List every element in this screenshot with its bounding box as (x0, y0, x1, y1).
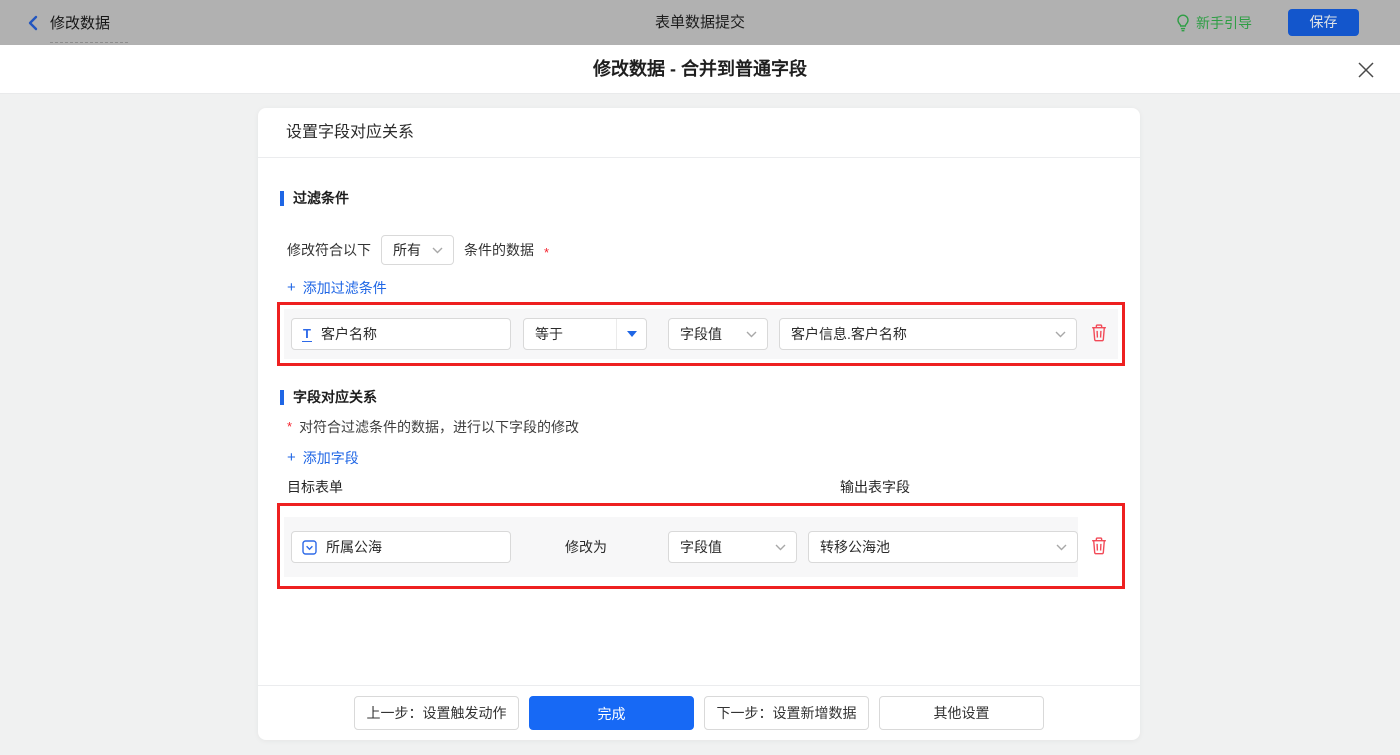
operator-select[interactable]: 等于 (523, 318, 647, 350)
filter-condition-row: 修改符合以下 所有 条件的数据 * (287, 235, 549, 265)
chevron-down-icon (1056, 544, 1077, 551)
topbar: 修改数据 表单数据提交 新手引导 保存 (0, 0, 1400, 45)
mapping-value-type-select[interactable]: 字段值 (668, 531, 797, 563)
mapping-section-title: 字段对应关系 (280, 387, 377, 407)
next-step-button[interactable]: 下一步：设置新增数据 (704, 696, 869, 730)
mapping-row-highlight: 所属公海 修改为 字段值 转移公海池 (277, 503, 1125, 589)
beginner-guide-button[interactable]: 新手引导 (1176, 0, 1252, 45)
condition-suffix-label: 条件的数据 (464, 242, 534, 258)
filter-field-input[interactable]: T 客户名称 (291, 318, 511, 350)
card-title: 设置字段对应关系 (258, 108, 1140, 158)
match-mode-select[interactable]: 所有 (381, 235, 454, 265)
mapping-value-select[interactable]: 转移公海池 (808, 531, 1078, 563)
mapping-note: * 对符合过滤条件的数据，进行以下字段的修改 (287, 419, 580, 435)
trash-icon (1091, 324, 1106, 342)
settings-card: 设置字段对应关系 过滤条件 修改符合以下 所有 条件的数据 * + 添加过滤条件… (258, 108, 1140, 740)
chevron-down-icon (432, 247, 453, 254)
app-screen: 修改数据 表单数据提交 新手引导 保存 修改数据 - 合并到普通字段 设置字段对… (0, 0, 1400, 755)
modal-header: 修改数据 - 合并到普通字段 (0, 45, 1400, 94)
required-mark: * (544, 244, 550, 260)
value-type-select[interactable]: 字段值 (668, 318, 768, 350)
plus-icon: + (287, 279, 296, 296)
delete-mapping-row-button[interactable] (1090, 537, 1107, 555)
other-settings-button[interactable]: 其他设置 (879, 696, 1044, 730)
target-field-input[interactable]: 所属公海 (291, 531, 511, 563)
add-filter-condition-link[interactable]: + 添加过滤条件 (287, 278, 387, 298)
required-mark: * (287, 419, 293, 434)
modal-title: 修改数据 - 合并到普通字段 (593, 59, 807, 79)
condition-prefix-label: 修改符合以下 (287, 242, 371, 258)
trash-icon (1091, 537, 1106, 555)
beginner-guide-label: 新手引导 (1196, 14, 1252, 31)
done-button[interactable]: 完成 (529, 696, 694, 730)
section-accent-bar (280, 190, 284, 206)
prev-step-button[interactable]: 上一步：设置触发动作 (354, 696, 519, 730)
card-footer: 上一步：设置触发动作 完成 下一步：设置新增数据 其他设置 (258, 685, 1140, 740)
save-button[interactable]: 保存 (1288, 9, 1359, 36)
chevron-down-icon (746, 331, 767, 338)
filter-row-highlight: T 客户名称 等于 字段值 客户信息.客户名称 (277, 302, 1125, 366)
lightbulb-icon (1177, 13, 1189, 31)
output-field-column-label: 输出表字段 (840, 479, 910, 495)
chevron-down-icon (1055, 331, 1076, 338)
chevron-down-icon (775, 544, 796, 551)
close-icon[interactable] (1356, 60, 1376, 80)
delete-filter-row-button[interactable] (1090, 324, 1107, 342)
plus-icon: + (287, 449, 296, 466)
target-form-column-label: 目标表单 (287, 479, 343, 495)
text-field-icon: T (302, 325, 312, 342)
modal-body: 设置字段对应关系 过滤条件 修改符合以下 所有 条件的数据 * + 添加过滤条件… (0, 94, 1400, 755)
modify-to-label: 修改为 (565, 539, 607, 555)
add-field-link[interactable]: + 添加字段 (287, 448, 359, 468)
filter-section-title: 过滤条件 (280, 188, 349, 208)
section-accent-bar (280, 389, 284, 405)
value-field-select[interactable]: 客户信息.客户名称 (779, 318, 1077, 350)
select-field-icon (302, 539, 317, 555)
caret-down-icon[interactable] (616, 319, 646, 349)
